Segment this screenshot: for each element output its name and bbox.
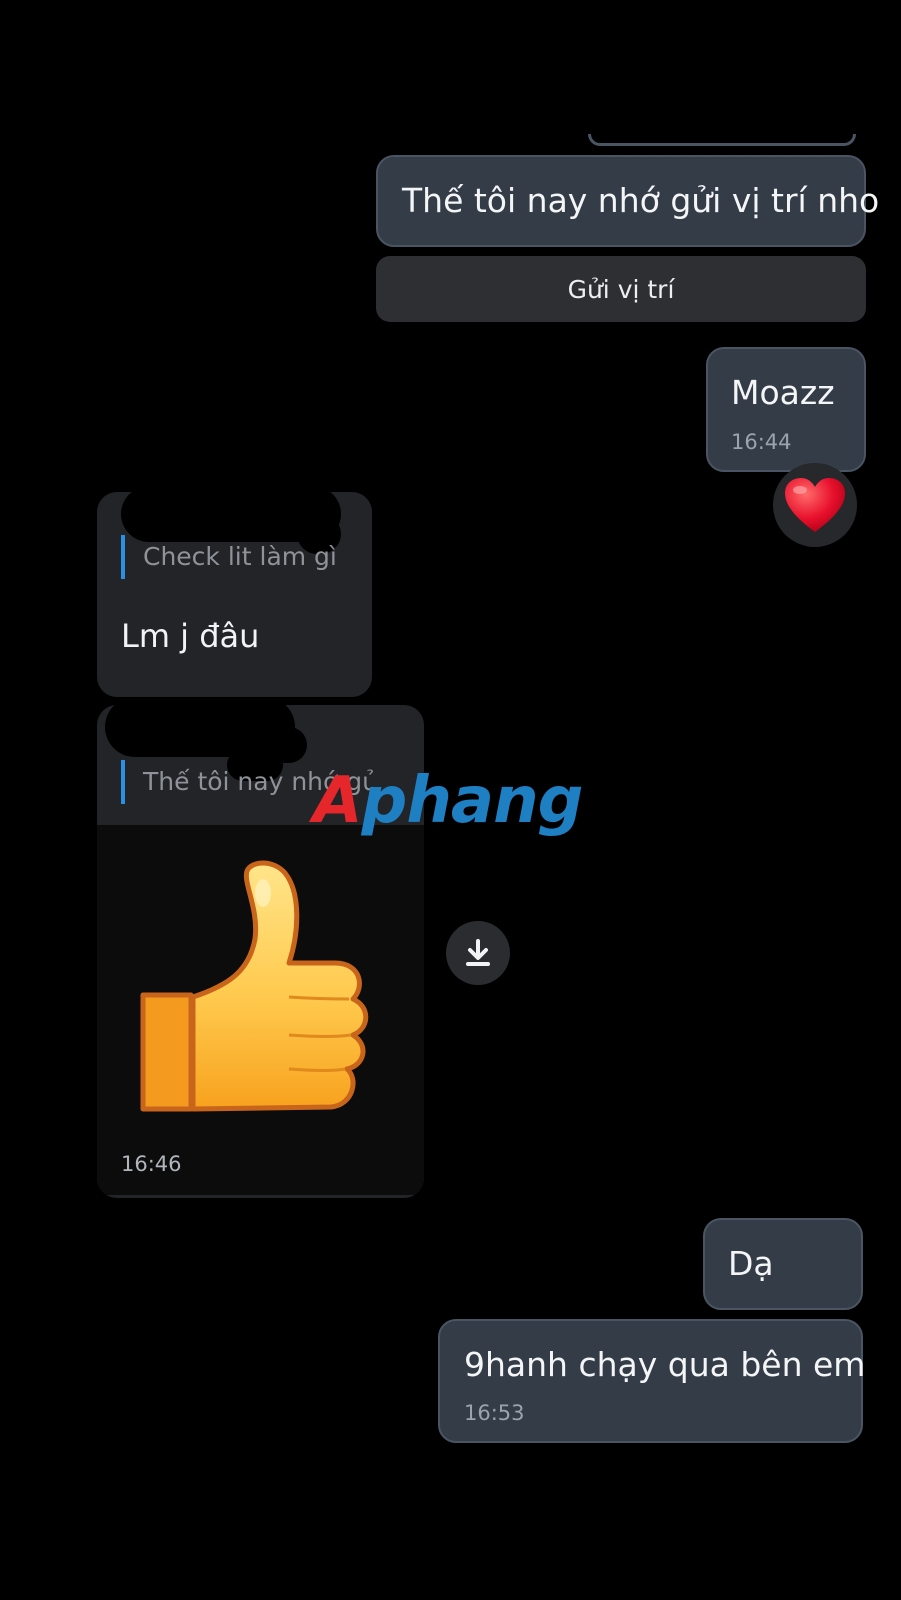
send-location-button[interactable]: Gửi vị trí xyxy=(376,256,866,322)
watermark-word: phang xyxy=(361,764,584,838)
heart-icon xyxy=(785,478,845,532)
message-text: 9hanh chạy qua bên em xyxy=(464,1345,866,1384)
message-timestamp: 16:44 xyxy=(731,430,792,454)
download-sticker-button[interactable] xyxy=(446,921,510,985)
message-text: Thế tôi nay nhớ gửi vị trí nho xyxy=(402,181,880,220)
incoming-message-bubble[interactable]: Check lit làm gì Lm j đâu xyxy=(97,492,372,697)
sticker-area xyxy=(97,825,424,1195)
message-timestamp: 16:53 xyxy=(464,1401,525,1425)
outgoing-message-bubble[interactable]: Thế tôi nay nhớ gửi vị trí nho xyxy=(376,155,879,247)
message-timestamp: 16:46 xyxy=(121,1152,182,1176)
outgoing-message-bubble[interactable]: Moazz 16:44 xyxy=(706,347,866,472)
outgoing-message-bubble[interactable]: Dạ xyxy=(703,1218,863,1310)
message-text: Moazz xyxy=(731,373,835,412)
outgoing-message-bubble[interactable]: 9hanh chạy qua bên em 16:53 xyxy=(438,1319,866,1443)
watermark-letter: A xyxy=(313,764,363,838)
heart-reaction[interactable] xyxy=(773,463,857,547)
thumbs-up-sticker[interactable] xyxy=(139,859,379,1121)
download-icon xyxy=(466,939,490,966)
reply-quote: Check lit làm gì xyxy=(121,535,372,579)
message-text: Dạ xyxy=(728,1244,774,1283)
previous-message-bubble-edge xyxy=(588,134,856,146)
chat-thread: Thế tôi nay nhớ gửi vị trí nho Gửi vị tr… xyxy=(0,0,901,1600)
message-text: Lm j đâu xyxy=(121,617,260,655)
watermark-logo: Aphang xyxy=(313,764,584,838)
